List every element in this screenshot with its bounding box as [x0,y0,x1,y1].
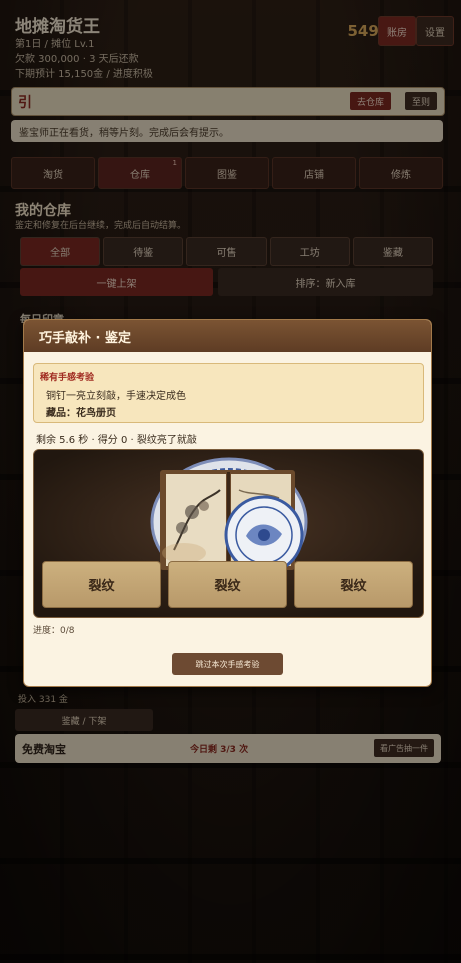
play-area: 裂纹 裂纹 裂纹 [33,449,424,618]
collection-name: 藏品：花鸟册页 [46,408,116,419]
challenge-status: 剩余 5.6 秒 · 得分 0 · 裂纹亮了就敲 [36,435,197,446]
rare-challenge-desc: 铜钉一亮立刻敲，手速决定成色 [46,391,186,402]
small-artifact-icon [162,543,206,563]
crack-tile-2[interactable]: 裂纹 [168,561,287,608]
modal-title: 巧手敲补 · 鉴定 [24,320,431,352]
crack-tile-3[interactable]: 裂纹 [294,561,413,608]
progress-text: 进度：0/8 [33,626,75,636]
appraisal-modal: 巧手敲补 · 鉴定 稀有手感考验 铜钉一亮立刻敲，手速决定成色 藏品：花鸟册页 … [23,319,432,687]
rare-challenge-card: 稀有手感考验 铜钉一亮立刻敲，手速决定成色 藏品：花鸟册页 [33,363,424,423]
skip-challenge-button[interactable]: 跳过本次手感考验 [172,653,283,675]
crack-tile-1[interactable]: 裂纹 [42,561,161,608]
rare-challenge-title: 稀有手感考验 [40,373,95,383]
